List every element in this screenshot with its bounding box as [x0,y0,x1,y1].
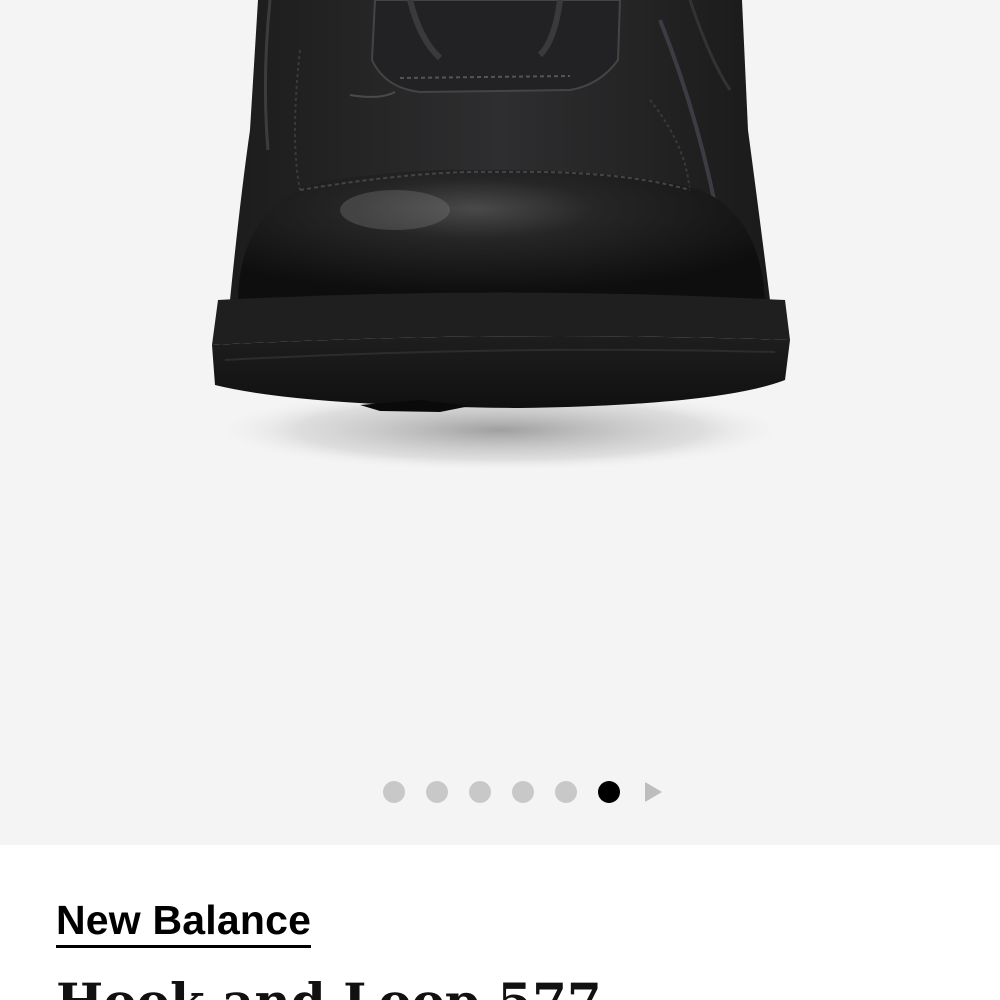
carousel-dot[interactable] [512,781,534,803]
product-page: New Balance Hook and Loop 577 [0,0,1000,1000]
triangle-right-icon[interactable] [645,782,662,802]
carousel-dot[interactable] [426,781,448,803]
carousel-dot[interactable] [383,781,405,803]
carousel-dot[interactable] [469,781,491,803]
brand-link[interactable]: New Balance [56,897,312,948]
product-image[interactable] [0,0,1000,845]
carousel-dots [383,781,662,803]
product-info: New Balance Hook and Loop 577 [0,845,1000,1000]
carousel-dot[interactable] [598,781,620,803]
product-title: Hook and Loop 577 [56,972,602,1000]
carousel-dot[interactable] [555,781,577,803]
product-image-gallery[interactable] [0,0,1000,845]
